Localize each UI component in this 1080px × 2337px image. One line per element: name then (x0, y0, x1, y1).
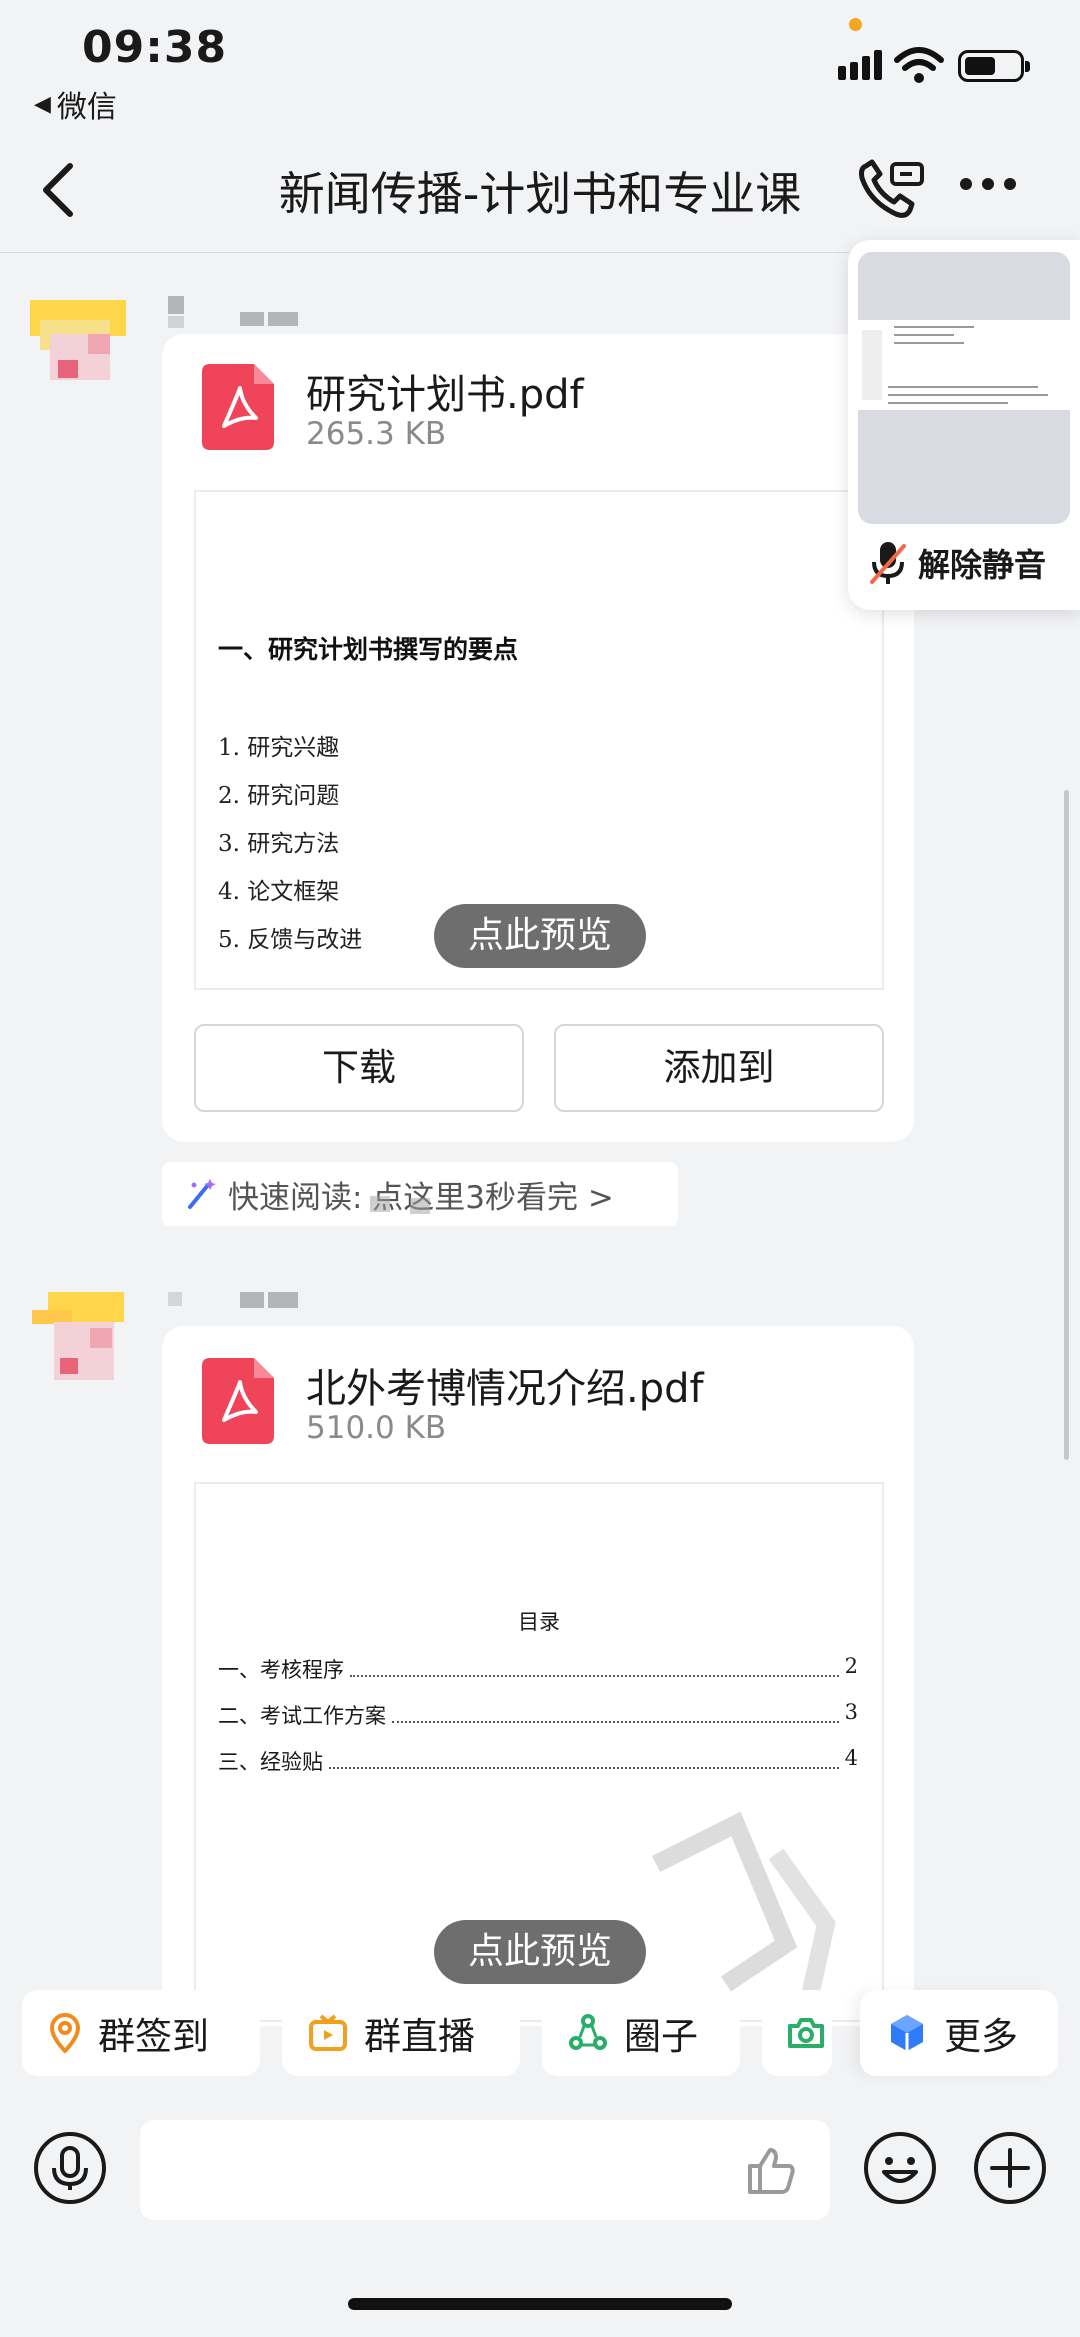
file-size: 510.0 KB (306, 1410, 447, 1446)
toc-label: 三、经验贴 (218, 1750, 323, 1774)
thumbs-up-icon[interactable] (744, 2144, 798, 2198)
file-name: 研究计划书.pdf (306, 372, 584, 418)
preview-button[interactable]: 点此预览 (434, 1920, 646, 1984)
scrollbar[interactable] (1064, 790, 1069, 1460)
toc-page: 3 (844, 1700, 858, 1724)
chip-label: 群签到 (98, 2015, 209, 2058)
sender-avatar[interactable] (30, 290, 126, 400)
unmute-label: 解除静音 (918, 546, 1047, 584)
muted-microphone-icon (870, 542, 906, 584)
chip-label: 群直播 (364, 2015, 475, 2058)
back-to-app-link[interactable]: ◀ 微信 (34, 82, 117, 126)
pdf-file-icon (202, 1358, 274, 1444)
chip-label: 圈子 (624, 2015, 698, 2058)
more-apps-button[interactable]: 更多 (860, 1990, 1058, 2076)
voice-call-icon[interactable] (856, 158, 926, 222)
cellular-signal-icon (838, 50, 882, 80)
toc-row: 二、考试工作方案 3 (218, 1700, 858, 1730)
toc-page: 4 (844, 1746, 858, 1770)
file-message-card[interactable]: 北外考博情况介绍.pdf 510.0 KB 目录 一、考核程序 2 二、考试工作方… (162, 1326, 914, 2026)
doc-list-item: 2. 研究问题 (218, 783, 340, 809)
screen-share-thumbnail[interactable] (858, 252, 1070, 524)
doc-list-item: 1. 研究兴趣 (218, 735, 340, 761)
message-input[interactable] (140, 2120, 830, 2220)
sender-avatar[interactable] (28, 1278, 124, 1388)
doc-list-item: 5. 反馈与改进 (218, 927, 363, 953)
circle-button[interactable]: 圈子 (542, 1990, 740, 2076)
camera-icon (788, 2018, 824, 2048)
add-to-button[interactable]: 添加到 (554, 1024, 884, 1112)
location-pin-icon (49, 2013, 81, 2053)
live-tv-icon (309, 2014, 347, 2051)
back-triangle-icon: ◀ (34, 91, 51, 117)
battery-icon (958, 50, 1030, 82)
home-indicator[interactable] (348, 2298, 732, 2310)
blur-artifact (350, 1196, 450, 1220)
chip-label: 更多 (944, 2015, 1018, 2058)
file-size: 265.3 KB (306, 416, 447, 452)
doc-list-item: 3. 研究方法 (218, 831, 340, 857)
group-checkin-button[interactable]: 群签到 (22, 1990, 260, 2076)
sender-name-blurred (168, 1290, 308, 1308)
back-app-label: 微信 (56, 90, 117, 125)
document-preview[interactable]: 一、研究计划书撰写的要点 1. 研究兴趣 2. 研究问题 3. 研究方法 4. … (194, 490, 884, 990)
document-preview[interactable]: 目录 一、考核程序 2 二、考试工作方案 3 三、经验贴 4 点此预览 (194, 1482, 884, 2022)
file-message-card[interactable]: 研究计划书.pdf 265.3 KB 一、研究计划书撰写的要点 1. 研究兴趣 … (162, 334, 914, 1142)
magic-wand-icon (188, 1179, 216, 1209)
status-time: 09:38 (82, 22, 228, 73)
more-options-icon[interactable] (960, 178, 1016, 190)
wifi-icon (894, 47, 944, 83)
doc-list-item: 4. 论文框架 (218, 879, 340, 905)
sender-name-blurred (168, 296, 308, 328)
toc-title: 目录 (518, 1610, 560, 1634)
floating-call-window[interactable]: 解除静音 (848, 240, 1080, 610)
doc-heading: 一、研究计划书撰写的要点 (218, 635, 519, 664)
toc-page: 2 (844, 1654, 858, 1678)
pdf-file-icon (202, 364, 274, 450)
toc-row: 一、考核程序 2 (218, 1654, 858, 1684)
toc-row: 三、经验贴 4 (218, 1746, 858, 1776)
file-name: 北外考博情况介绍.pdf (306, 1366, 704, 1412)
unmute-button[interactable]: 解除静音 (868, 540, 1046, 586)
preview-button[interactable]: 点此预览 (434, 904, 646, 968)
download-button[interactable]: 下载 (194, 1024, 524, 1112)
cube-icon (891, 2015, 923, 2051)
circle-nodes-icon (569, 2014, 607, 2050)
camera-button[interactable] (762, 1990, 832, 2076)
privacy-indicator-dot (849, 18, 862, 31)
toc-label: 一、考核程序 (218, 1658, 344, 1682)
message-input-bar (0, 2110, 1080, 2230)
add-plus-icon[interactable] (972, 2130, 1048, 2206)
toc-label: 二、考试工作方案 (218, 1704, 386, 1728)
voice-input-icon[interactable] (32, 2130, 108, 2206)
emoji-icon[interactable] (862, 2130, 938, 2206)
group-live-button[interactable]: 群直播 (282, 1990, 520, 2076)
watermark-graphic (651, 1811, 836, 2016)
